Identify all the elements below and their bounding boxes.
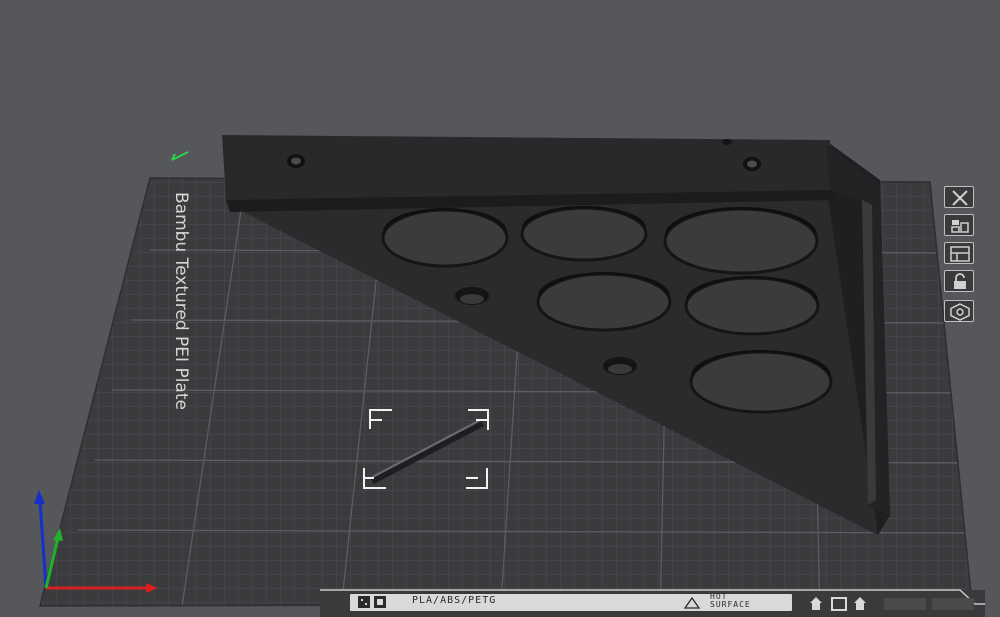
- origin-marker-icon: [171, 151, 189, 161]
- plate-settings-button[interactable]: [944, 300, 974, 322]
- plate-name-label: Bambu Textured PEI Plate: [171, 192, 191, 410]
- plate-corner-tab-right: [932, 598, 974, 610]
- 3d-viewport[interactable]: Bambu Textured PEI Plate: [0, 0, 1000, 617]
- plate-orientation-icons: [810, 597, 866, 611]
- arrange-button[interactable]: [944, 214, 974, 236]
- lock-button[interactable]: [944, 270, 974, 292]
- plate-logo-icon: [358, 596, 386, 608]
- gear-icon: [950, 303, 970, 321]
- layout-icon: [950, 246, 970, 262]
- hot-surface-label: HOT SURFACE: [710, 592, 751, 609]
- material-label: PLA/ABS/PETG: [412, 595, 497, 606]
- lock-icon: [954, 273, 966, 289]
- close-icon: [952, 190, 968, 206]
- warning-triangle-icon: [684, 597, 700, 609]
- layout-button[interactable]: [944, 242, 974, 264]
- plate-corner-tab: [884, 598, 926, 610]
- plate-info-bar: PLA/ABS/PETG HOT SURFACE: [350, 592, 792, 611]
- close-button[interactable]: [944, 186, 974, 208]
- arrange-icon: [951, 220, 969, 233]
